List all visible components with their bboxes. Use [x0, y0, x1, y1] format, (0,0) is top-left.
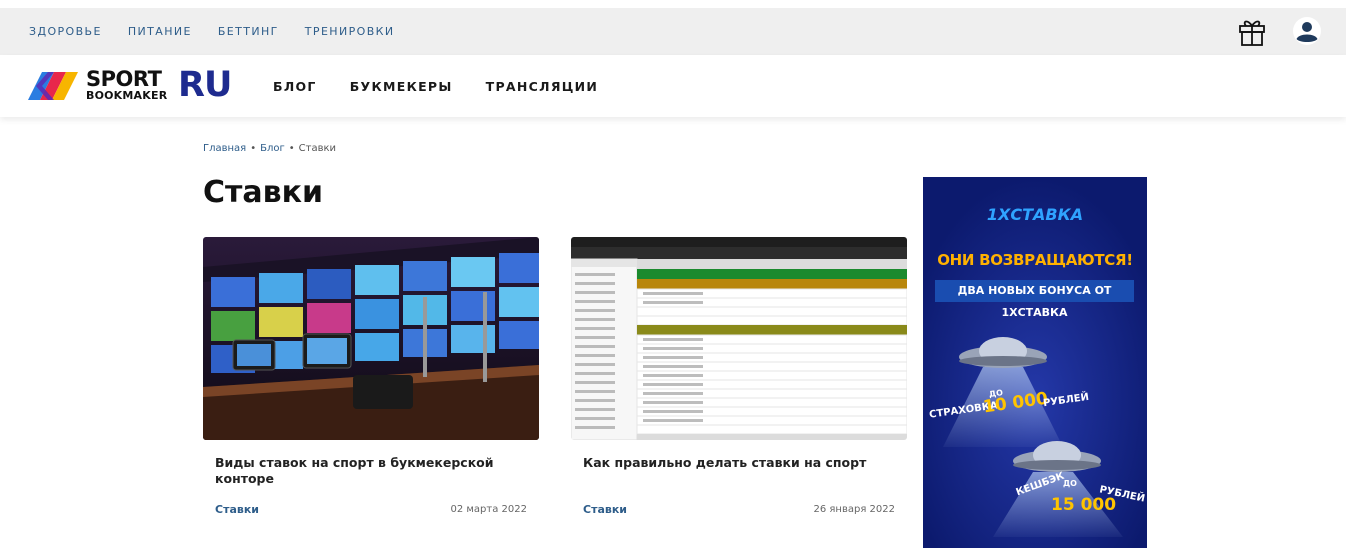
user-avatar-icon[interactable] — [1293, 17, 1321, 45]
article-category[interactable]: Ставки — [583, 503, 627, 516]
site-logo[interactable]: SPORT BOOKMAKER RU — [28, 65, 244, 106]
nav-bookmakers[interactable]: БУКМЕКЕРЫ — [350, 79, 453, 94]
gift-icon[interactable] — [1238, 17, 1266, 47]
article-card[interactable]: Как правильно делать ставки на спорт Ста… — [571, 237, 907, 516]
breadcrumb-separator: • — [250, 143, 257, 154]
breadcrumb-home[interactable]: Главная — [203, 143, 246, 154]
top-bar: ЗДОРОВЬЕ ПИТАНИЕ БЕТТИНГ ТРЕНИРОВКИ — [0, 8, 1346, 55]
article-card[interactable]: Виды ставок на спорт в букмекерской конт… — [203, 237, 539, 516]
main-nav: БЛОГ БУКМЕКЕРЫ ТРАНСЛЯЦИИ — [273, 55, 598, 117]
top-link-health[interactable]: ЗДОРОВЬЕ — [29, 25, 102, 38]
article-title[interactable]: Виды ставок на спорт в букмекерской конт… — [215, 455, 515, 487]
article-date: 02 марта 2022 — [450, 504, 527, 515]
ad-subheadline: ДВА НОВЫХ БОНУСА ОТ 1XСТАВКА — [935, 280, 1134, 319]
article-thumbnail[interactable] — [571, 237, 907, 440]
breadcrumb: Главная • Блог • Ставки — [203, 143, 336, 154]
nav-blog[interactable]: БЛОГ — [273, 79, 317, 94]
logo-mark-icon — [28, 72, 78, 100]
article-thumbnail[interactable] — [203, 237, 539, 440]
ad-offer2-amount: 15 000 — [1051, 495, 1117, 515]
logo-ru-text: RU — [178, 65, 232, 105]
article-category[interactable]: Ставки — [215, 503, 259, 516]
breadcrumb-blog[interactable]: Блог — [260, 143, 285, 154]
breadcrumb-separator: • — [288, 143, 295, 154]
article-date: 26 января 2022 — [813, 504, 895, 515]
main-header: SPORT BOOKMAKER RU БЛОГ БУКМЕКЕРЫ ТРАНСЛ… — [0, 55, 1346, 117]
top-link-nutrition[interactable]: ПИТАНИЕ — [128, 25, 192, 38]
breadcrumb-current: Ставки — [298, 143, 337, 154]
page-title: Ставки — [203, 175, 324, 210]
nav-streams[interactable]: ТРАНСЛЯЦИИ — [486, 79, 599, 94]
ad-headline: ОНИ ВОЗВРАЩАЮТСЯ! — [937, 251, 1133, 269]
logo-sport-text: SPORT — [86, 67, 162, 91]
ad-offer2-prep: ДО — [1063, 479, 1077, 488]
top-nav: ЗДОРОВЬЕ ПИТАНИЕ БЕТТИНГ ТРЕНИРОВКИ — [29, 8, 394, 55]
top-link-betting[interactable]: БЕТТИНГ — [218, 25, 279, 38]
article-title[interactable]: Как правильно делать ставки на спорт — [583, 455, 883, 471]
ad-brand-logo: 1XСТАВКА — [986, 205, 1084, 224]
ad-banner[interactable]: 1XСТАВКА ОНИ ВОЗВРАЩАЮТСЯ! ДВА НОВЫХ БОН… — [923, 177, 1147, 548]
logo-bookmaker-text: BOOKMAKER — [86, 89, 168, 102]
top-link-training[interactable]: ТРЕНИРОВКИ — [305, 25, 395, 38]
